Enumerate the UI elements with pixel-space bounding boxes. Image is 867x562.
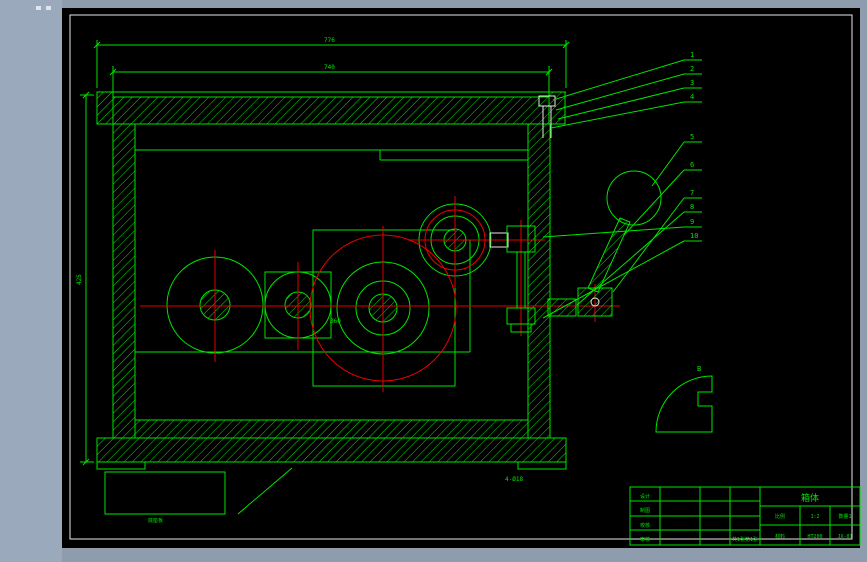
callout-number: 4 — [690, 93, 694, 101]
window-dot-icon — [46, 6, 51, 10]
title-block-qty: 数量1 — [838, 513, 851, 520]
callout-number: 7 — [690, 189, 694, 197]
title-block-title: 箱体 — [801, 492, 819, 504]
drawing-canvas[interactable]: 1 2 3 4 5 6 7 8 9 10 776 740 425 4-Ø18 Ø… — [0, 0, 867, 562]
dimension-note-hub: Ø60 — [330, 318, 341, 325]
callout-number: 6 — [690, 161, 694, 169]
title-block-scale-label: 比例 — [775, 513, 785, 520]
title-block-sheets: 共1张第1张 — [732, 536, 758, 543]
callout-number: 2 — [690, 65, 694, 73]
cad-viewer-window: 1 2 3 4 5 6 7 8 9 10 776 740 425 4-Ø18 Ø… — [0, 0, 867, 562]
title-block-row-label: 审核 — [640, 536, 650, 543]
callout-number: 9 — [690, 218, 694, 226]
callout-number: 1 — [690, 51, 694, 59]
title-block-drawing-no: JX-01 — [837, 534, 852, 540]
dimension-text-left-height: 425 — [76, 274, 83, 285]
callout-number: 3 — [690, 79, 694, 87]
title-block-row-label: 校核 — [640, 522, 650, 529]
title-block-row-label: 设计 — [640, 493, 650, 500]
dimension-note-bottom: 4-Ø18 — [505, 476, 523, 483]
window-dot-icon — [36, 6, 41, 10]
title-block-material-label: 材料 — [775, 533, 785, 540]
title-block-row-label: 制图 — [640, 507, 650, 514]
title-block-scale-value: 1:2 — [810, 514, 819, 520]
callout-number: 5 — [690, 133, 694, 141]
callout-number: 10 — [690, 232, 698, 240]
dimension-text-top-inner: 740 — [324, 64, 335, 71]
detail-label: B — [697, 365, 701, 373]
title-block-material-value: HT200 — [807, 534, 822, 540]
base-plate-label: 底座板 — [148, 517, 163, 524]
dimension-text-top-outer: 776 — [324, 37, 335, 44]
callout-number: 8 — [690, 203, 694, 211]
